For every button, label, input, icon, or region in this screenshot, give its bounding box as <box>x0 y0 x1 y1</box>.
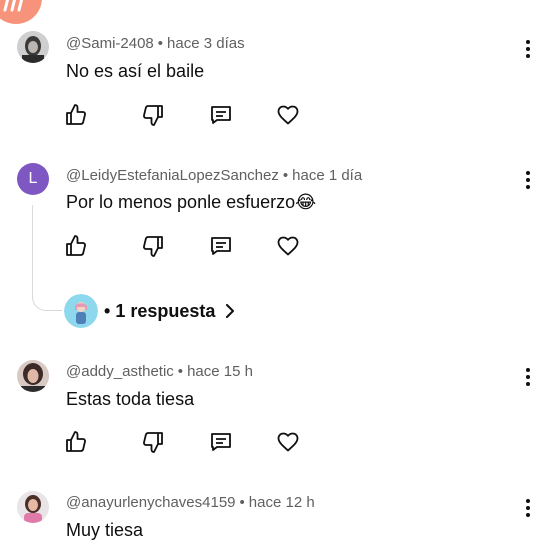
reply-button[interactable] <box>201 226 241 266</box>
reply-button[interactable] <box>201 95 241 135</box>
like-button[interactable] <box>56 422 96 462</box>
comment-meta: @addy_asthetic • hace 15 h <box>66 363 253 380</box>
comment-text: No es así el baile <box>66 61 205 81</box>
heart-button[interactable] <box>268 95 308 135</box>
comment-time: hace 15 h <box>187 363 253 380</box>
comment-meta: @Sami-2408 • hace 3 días <box>66 35 245 52</box>
comment-author[interactable]: @anayurlenychaves4159 <box>66 494 236 511</box>
comment-author[interactable]: @addy_asthetic <box>66 363 174 380</box>
more-vertical-icon[interactable] <box>518 496 538 520</box>
reply-avatar <box>64 294 98 328</box>
chevron-right-icon <box>226 304 235 318</box>
thumbs-up-icon <box>66 235 86 256</box>
heart-button[interactable] <box>268 422 308 462</box>
dislike-button[interactable] <box>133 95 173 135</box>
view-replies-button[interactable]: • 1 respuesta <box>64 294 237 328</box>
like-button[interactable] <box>56 226 96 266</box>
more-vertical-icon[interactable] <box>518 365 538 389</box>
comment-author[interactable]: @Sami-2408 <box>66 35 154 52</box>
heart-icon <box>277 432 299 452</box>
comment-text: Muy tiesa <box>66 520 144 540</box>
avatar[interactable] <box>17 360 49 392</box>
thumbs-up-icon <box>66 431 86 452</box>
heart-button[interactable] <box>268 226 308 266</box>
like-button[interactable] <box>56 95 96 135</box>
heart-icon <box>277 236 299 256</box>
heart-icon <box>277 105 299 125</box>
avatar[interactable]: L <box>17 163 49 195</box>
comment-time: hace 1 día <box>292 167 363 184</box>
avatar-letter: L <box>28 170 38 187</box>
reply-comment-icon <box>211 106 231 124</box>
replies-label: • 1 respuesta <box>104 300 216 321</box>
more-vertical-icon[interactable] <box>518 37 538 61</box>
reply-comment-icon <box>211 433 231 451</box>
comment-text: Por lo menos ponle esfuerzo😂 <box>66 192 317 212</box>
thumbs-down-icon <box>143 432 163 453</box>
dislike-button[interactable] <box>133 226 173 266</box>
comment-time: hace 12 h <box>248 494 315 511</box>
thumbs-up-icon <box>66 104 86 125</box>
reply-button[interactable] <box>201 422 241 462</box>
avatar[interactable] <box>17 31 49 63</box>
dislike-button[interactable] <box>133 422 173 462</box>
comment-meta: @anayurlenychaves4159 • hace 12 h <box>66 494 315 511</box>
app-logo <box>0 0 42 24</box>
reply-comment-icon <box>211 237 231 255</box>
avatar[interactable] <box>17 491 49 523</box>
comment-text: Estas toda tiesa <box>66 389 195 409</box>
comment-meta: @LeidyEstefaniaLopezSanchez • hace 1 día <box>66 167 363 184</box>
more-vertical-icon[interactable] <box>518 168 538 192</box>
comment-time: hace 3 días <box>167 35 245 52</box>
comment-author[interactable]: @LeidyEstefaniaLopezSanchez <box>66 167 279 184</box>
thumbs-down-icon <box>143 236 163 257</box>
thread-connector <box>32 205 62 311</box>
thumbs-down-icon <box>143 105 163 126</box>
